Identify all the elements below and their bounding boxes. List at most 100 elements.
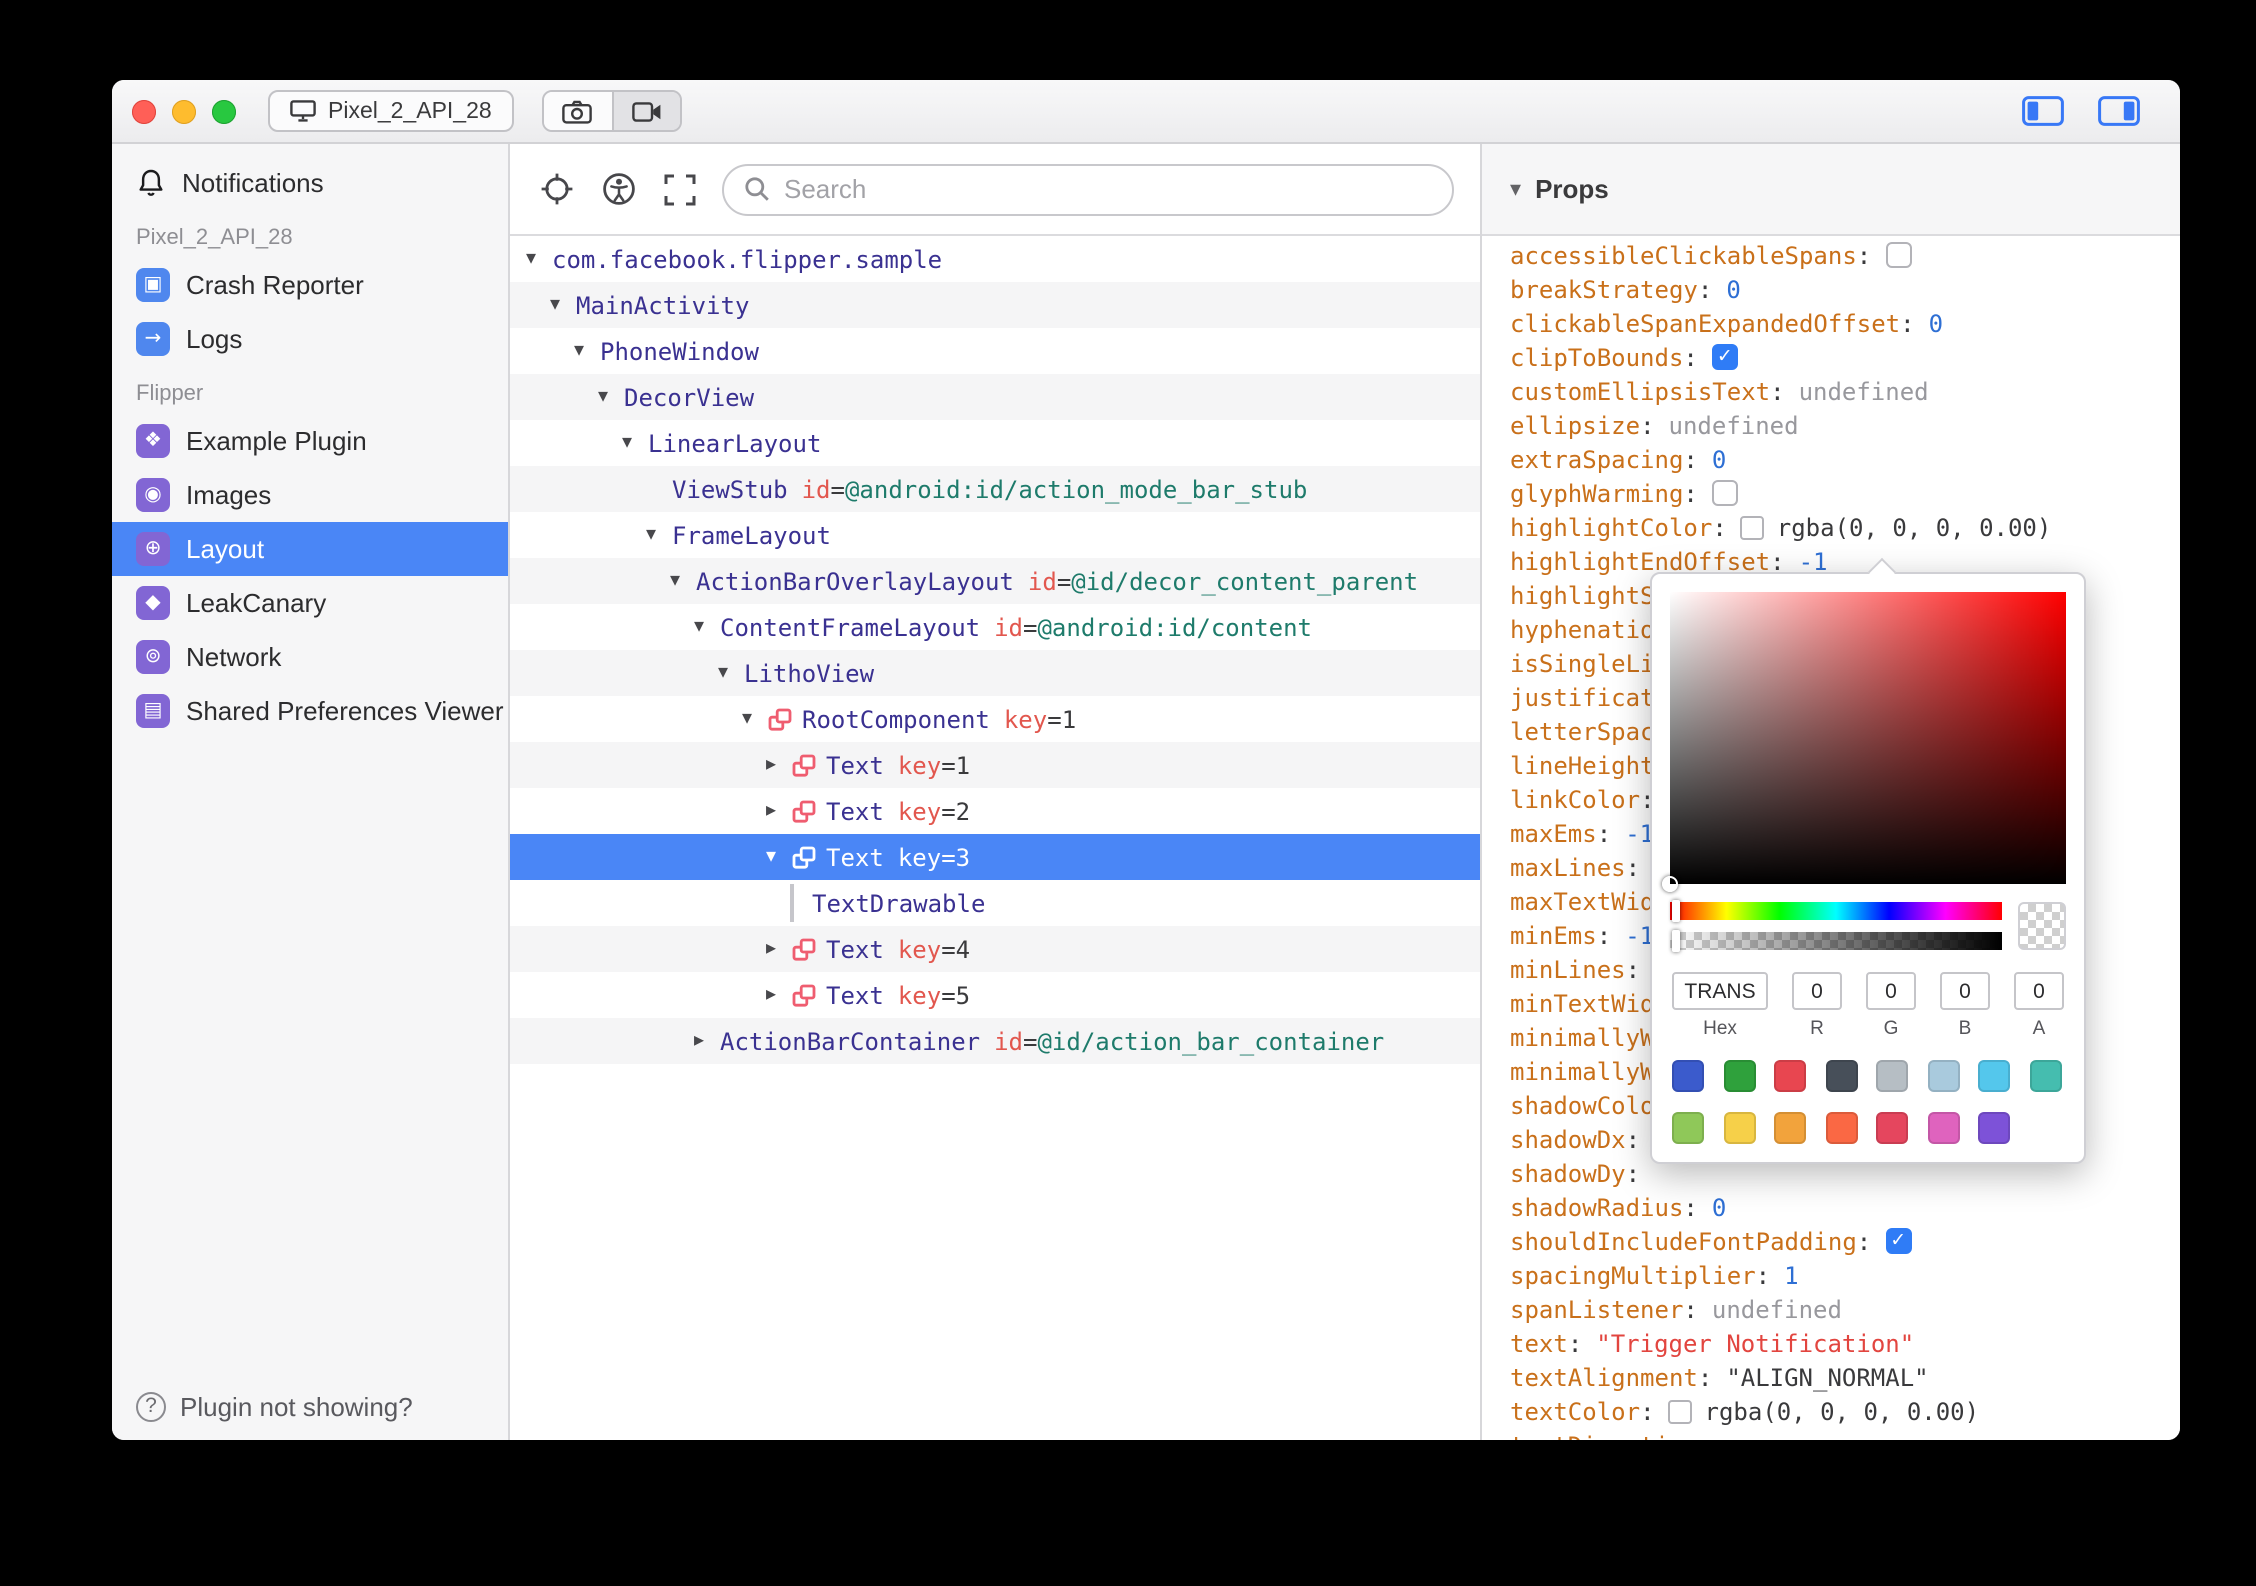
color-swatch-highlightcolor[interactable] — [1740, 515, 1765, 539]
tree-node-actionbaroverlaylayout[interactable]: ▾ ActionBarOverlayLayout id = @id/decor_cont… — [510, 558, 1480, 604]
prop-name: text — [1510, 1329, 1568, 1357]
tree-node-textdrawable[interactable]: TextDrawable — [510, 880, 1480, 926]
chevron-right-icon[interactable]: ▸ — [766, 754, 792, 776]
checkbox-shouldincludefontpadding[interactable]: ✓ — [1885, 1228, 1912, 1254]
hue-slider-handle[interactable] — [1672, 900, 1680, 922]
expand-icon — [664, 173, 696, 205]
screen: Pixel_2_API_28 Notifications Pixel_2_API… — [0, 0, 2256, 1586]
tree-node-viewstub[interactable]: ViewStub id = @android:id/action_mode_bar_s… — [510, 466, 1480, 512]
toggle-right-panel-button[interactable] — [2098, 96, 2140, 126]
chevron-right-icon[interactable]: ▸ — [694, 1030, 720, 1052]
minimize-button[interactable] — [172, 99, 196, 123]
screenshot-button[interactable] — [543, 92, 612, 130]
preset-color-swatch[interactable] — [1927, 1112, 1959, 1144]
chevron-right-icon[interactable]: ▸ — [766, 800, 792, 822]
preset-color-swatch[interactable] — [1825, 1060, 1857, 1092]
prop-row-spacingmultiplier: spacingMultiplier:1 — [1482, 1258, 2180, 1292]
saturation-brightness-area[interactable] — [1662, 592, 2066, 892]
tree-node-text[interactable]: ▾ Text key = 3 — [510, 834, 1480, 880]
sidebar-item-crash-reporter[interactable]: ▣ Crash Reporter — [112, 258, 508, 312]
screen-record-button[interactable] — [611, 92, 680, 130]
alpha-slider-handle[interactable] — [1672, 930, 1680, 952]
tree-node-phonewindow[interactable]: ▾ PhoneWindow — [510, 328, 1480, 374]
prop-value: -1 — [1798, 547, 1828, 575]
chevron-down-icon[interactable]: ▾ — [718, 662, 744, 684]
chevron-down-icon[interactable]: ▾ — [1510, 176, 1521, 202]
sidebar-item-shared-preferences-viewer[interactable]: ▤ Shared Preferences Viewer — [112, 684, 508, 738]
chevron-down-icon[interactable]: ▾ — [550, 294, 576, 316]
layout-inspector-panel: ▾com.facebook.flipper.sample▾MainActivit… — [510, 144, 1480, 1440]
sidebar-item-leakcanary[interactable]: ◆ LeakCanary — [112, 576, 508, 630]
checkbox-accessibleclickablespans[interactable] — [1885, 242, 1912, 268]
preset-color-swatch[interactable] — [1876, 1112, 1908, 1144]
chevron-right-icon[interactable]: ▸ — [766, 938, 792, 960]
chevron-down-icon[interactable]: ▾ — [694, 616, 720, 638]
tree-node-contentframelayout[interactable]: ▾ ContentFrameLayout id = @android:id/conten… — [510, 604, 1480, 650]
preset-color-swatch[interactable] — [1723, 1112, 1755, 1144]
tree-node-decorview[interactable]: ▾ DecorView — [510, 374, 1480, 420]
saturation-picker-dot[interactable] — [1662, 876, 1678, 892]
blue-input[interactable] — [1940, 972, 1990, 1010]
chevron-down-icon[interactable]: ▾ — [598, 386, 624, 408]
sidebar-item-notifications[interactable]: Notifications — [112, 156, 508, 210]
alpha-slider[interactable] — [1670, 930, 2002, 952]
checkbox-cliptobounds[interactable]: ✓ — [1711, 344, 1738, 370]
hue-slider[interactable] — [1670, 900, 2002, 922]
tree-node-lithoview[interactable]: ▾ LithoView — [510, 650, 1480, 696]
tree-node-linearlayout[interactable]: ▾ LinearLayout — [510, 420, 1480, 466]
tree-node-com-facebook-flipper-sample[interactable]: ▾ com.facebook.flipper.sample — [510, 236, 1480, 282]
chevron-down-icon[interactable]: ▾ — [574, 340, 600, 362]
preset-color-swatch[interactable] — [1825, 1112, 1857, 1144]
device-selector[interactable]: Pixel_2_API_28 — [268, 90, 514, 132]
tree-node-text[interactable]: ▸ Text key = 5 — [510, 972, 1480, 1018]
toggle-left-panel-button[interactable] — [2022, 96, 2064, 126]
checkbox-glyphwarming[interactable] — [1711, 480, 1738, 506]
preset-color-swatch[interactable] — [2029, 1060, 2061, 1092]
accessibility-mode-button[interactable] — [598, 169, 638, 209]
close-button[interactable] — [132, 99, 156, 123]
chevron-down-icon[interactable]: ▾ — [526, 248, 552, 270]
red-input[interactable] — [1792, 972, 1842, 1010]
preset-color-swatch[interactable] — [1978, 1112, 2010, 1144]
prop-colon: : — [1625, 853, 1641, 881]
chevron-down-icon[interactable]: ▾ — [670, 570, 696, 592]
green-input[interactable] — [1866, 972, 1916, 1010]
chevron-down-icon[interactable]: ▾ — [742, 708, 768, 730]
tree-node-framelayout[interactable]: ▾ FrameLayout — [510, 512, 1480, 558]
tree-node-text[interactable]: ▸ Text key = 1 — [510, 742, 1480, 788]
chevron-down-icon[interactable]: ▾ — [766, 846, 792, 868]
sidebar-item-logs[interactable]: → Logs — [112, 312, 508, 366]
sidebar-item-layout[interactable]: ⊕ Layout — [112, 522, 508, 576]
tree-node-rootcomponent[interactable]: ▾ RootComponent key = 1 — [510, 696, 1480, 742]
tree-node-text[interactable]: ▸ Text key = 4 — [510, 926, 1480, 972]
sidebar-item-network[interactable]: ⊚ Network — [112, 630, 508, 684]
preset-color-swatch[interactable] — [1978, 1060, 2010, 1092]
expand-frame-button[interactable] — [660, 169, 700, 209]
preset-color-swatch[interactable] — [1672, 1060, 1704, 1092]
search-input[interactable] — [784, 174, 1432, 204]
plugin-not-showing-link[interactable]: ? Plugin not showing? — [136, 1392, 413, 1422]
chevron-down-icon[interactable]: ▾ — [622, 432, 648, 454]
preset-color-swatch[interactable] — [1672, 1112, 1704, 1144]
hex-input[interactable] — [1672, 972, 1768, 1010]
sidebar-item-images[interactable]: ◉ Images — [112, 468, 508, 522]
tree-attr-value: 1 — [955, 751, 971, 779]
tree-node-actionbarcontainer[interactable]: ▸ ActionBarContainer id = @id/action_bar_con… — [510, 1018, 1480, 1064]
preset-color-swatch[interactable] — [1927, 1060, 1959, 1092]
preset-color-swatch[interactable] — [1774, 1112, 1806, 1144]
tree-node-mainactivity[interactable]: ▾ MainActivity — [510, 282, 1480, 328]
sidebar-item-example-plugin[interactable]: ❖ Example Plugin — [112, 414, 508, 468]
alpha-input[interactable] — [2014, 972, 2064, 1010]
color-swatch-textcolor[interactable] — [1668, 1399, 1693, 1423]
zoom-button[interactable] — [212, 99, 236, 123]
chevron-right-icon[interactable]: ▸ — [766, 984, 792, 1006]
chevron-down-icon[interactable]: ▾ — [646, 524, 672, 546]
preset-color-swatch[interactable] — [1774, 1060, 1806, 1092]
prop-name: textDirection — [1510, 1431, 1698, 1440]
preset-color-swatch[interactable] — [1723, 1060, 1755, 1092]
target-mode-button[interactable] — [536, 169, 576, 209]
tree-node-text[interactable]: ▸ Text key = 2 — [510, 788, 1480, 834]
preset-color-swatch[interactable] — [1876, 1060, 1908, 1092]
prop-name: breakStrategy — [1510, 275, 1698, 303]
tree-attr-value: @id/decor_content_parent — [1071, 567, 1419, 595]
